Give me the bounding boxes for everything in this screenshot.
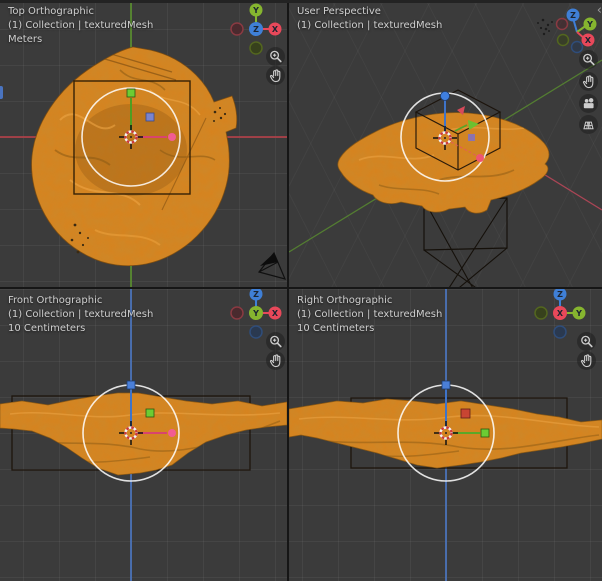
axis-x-ball[interactable]: X [269,307,282,320]
zoom-button[interactable] [266,47,285,66]
axis-minus-x-ball[interactable] [231,307,243,319]
hand-icon [581,74,596,89]
axis-minus-z-ball[interactable] [250,326,262,338]
svg-text:Y: Y [252,6,259,15]
axis-x-ball[interactable]: X [269,23,282,36]
x-handle[interactable] [168,133,176,141]
axis-minus-y-ball[interactable] [558,35,569,46]
svg-text:Z: Z [253,290,259,299]
axis-y-ball[interactable]: Y [249,306,263,320]
magnifier-icon [581,52,596,67]
svg-text:Y: Y [575,309,582,318]
axis-x-ball[interactable]: X [582,34,595,47]
camera-icon [581,96,596,111]
axis-minus-z-ball[interactable] [572,42,583,53]
viewport-user-perspective[interactable]: User Perspective (1) Collection | textur… [289,0,602,287]
camera-view-button[interactable] [579,94,598,113]
axis-z-ball[interactable]: Z [567,9,580,22]
x-handle[interactable] [476,154,484,162]
textured-mesh-object[interactable] [28,43,240,269]
svg-text:Z: Z [570,11,576,20]
zoom-button[interactable] [579,50,598,69]
axis-z-ball[interactable]: Z [249,22,263,36]
axis-y-ball[interactable]: Y [573,307,586,320]
svg-text:Z: Z [557,290,563,299]
projection-toggle-button[interactable] [579,115,598,134]
magnifier-icon [268,49,283,64]
svg-text:Y: Y [586,20,593,29]
svg-text:X: X [585,36,592,45]
z-handle[interactable] [441,92,450,101]
hand-icon [579,353,594,368]
y-handle[interactable] [481,429,489,437]
magnifier-icon [579,334,594,349]
textured-mesh-object[interactable] [0,389,287,481]
axis-y-ball[interactable]: Y [250,4,263,17]
axis-z-ball[interactable]: Z [250,289,263,301]
x-handle[interactable] [461,409,470,418]
axis-minus-y-ball[interactable] [250,42,262,54]
axis-minus-x-ball[interactable] [557,19,568,30]
svg-text:Z: Z [253,25,259,34]
plane-handle[interactable] [468,134,475,141]
x-handle[interactable] [168,429,176,437]
zoom-button[interactable] [266,332,285,351]
toolbar-edge-indicator[interactable] [0,86,3,99]
pan-button[interactable] [579,72,598,91]
viewport-top-orthographic[interactable]: Top Orthographic (1) Collection | textur… [0,0,287,287]
viewport-right-orthographic[interactable]: Right Orthographic (1) Collection | text… [289,289,602,581]
axis-z-ball[interactable]: Z [554,289,567,301]
hand-icon [268,353,283,368]
magnifier-icon [268,334,283,349]
pan-button[interactable] [266,351,285,370]
z-handle[interactable] [127,381,135,389]
sidebar-toggle-icon[interactable]: ‹ [597,4,602,17]
grid-icon [581,117,596,132]
svg-text:X: X [557,309,564,318]
pan-button[interactable] [577,351,596,370]
y-handle[interactable] [146,409,154,417]
nav-gizmo[interactable]: Z Y X [549,2,602,58]
axis-x-ball[interactable]: X [553,306,567,320]
svg-text:Y: Y [252,309,259,318]
axis-y-ball[interactable]: Y [584,18,597,31]
z-handle[interactable] [146,113,154,121]
hand-icon [268,68,283,83]
pan-button[interactable] [266,66,285,85]
blender-quad-view: Top Orthographic (1) Collection | textur… [0,0,602,581]
svg-text:X: X [272,309,279,318]
z-handle[interactable] [442,381,450,389]
y-handle[interactable] [127,89,135,97]
axis-minus-z-ball[interactable] [554,326,566,338]
viewport-front-orthographic[interactable]: Front Orthographic (1) Collection | text… [0,289,287,581]
svg-text:X: X [272,25,279,34]
camera-object[interactable] [259,253,285,279]
axis-minus-y-ball[interactable] [535,307,547,319]
window-top-edge [0,0,602,3]
zoom-button[interactable] [577,332,596,351]
axis-minus-x-ball[interactable] [231,23,243,35]
